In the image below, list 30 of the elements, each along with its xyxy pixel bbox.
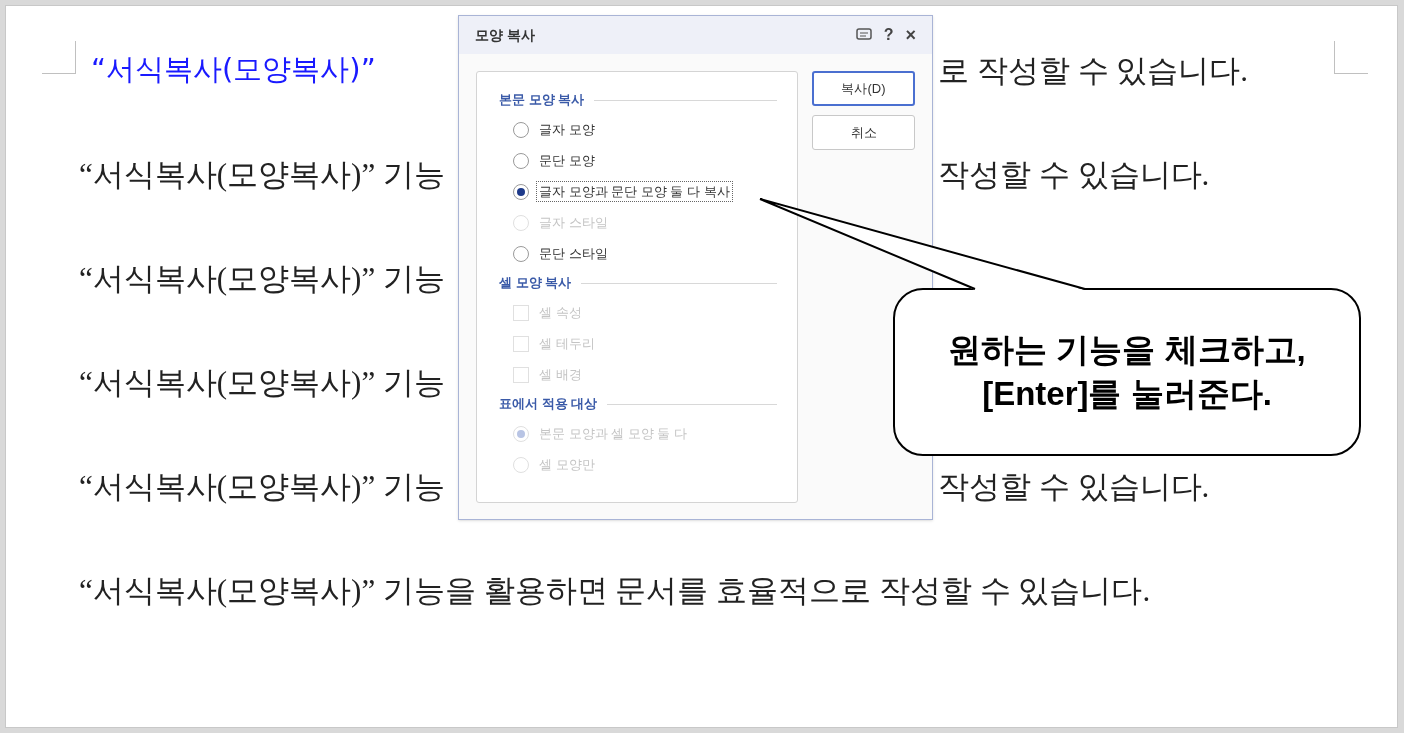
document-text: “서식복사(모양복사)” 기능 — [79, 260, 445, 298]
help-button[interactable]: ? — [883, 23, 894, 47]
radio-button[interactable] — [513, 245, 529, 262]
crop-mark — [1334, 41, 1368, 74]
section-heading: 본문 모양 복사 — [499, 91, 585, 110]
section-heading: 표에서 적용 대상 — [499, 395, 598, 414]
copy-button[interactable]: 복사(D) — [812, 71, 915, 106]
section-heading: 셀 모양 복사 — [499, 274, 572, 293]
document-text: 작성할 수 있습니다. — [938, 156, 1210, 194]
radio-button[interactable] — [513, 183, 529, 200]
callout-text: [Enter]를 눌러준다. — [982, 374, 1272, 414]
document-text: 작성할 수 있습니다. — [938, 468, 1210, 506]
crop-mark — [42, 41, 76, 74]
option-label[interactable]: 글자 모양과 문단 모양 둘 다 복사 — [536, 180, 733, 203]
dialog-title: 모양 복사 — [475, 25, 535, 45]
cancel-button[interactable]: 취소 — [812, 115, 915, 150]
radio-button[interactable] — [513, 121, 529, 138]
option-label[interactable]: 문단 모양 — [536, 149, 598, 172]
callout-text: 원하는 기능을 체크하고, — [948, 330, 1306, 370]
radio-button[interactable] — [513, 152, 529, 169]
option-label[interactable]: 글자 모양 — [536, 118, 598, 141]
document-text: 로 작성할 수 있습니다. — [938, 52, 1248, 90]
document-line: “서식복사(모양복사)” 기능을 활용하면 문서를 효율적으로 작성할 수 있습니다. — [79, 572, 1151, 610]
comment-icon[interactable] — [855, 28, 872, 42]
option-label[interactable]: 문단 스타일 — [536, 242, 611, 265]
document-text: “서식복사(모양복사)” 기능 — [79, 468, 445, 506]
document-text: “서식복사(모양복사)” — [91, 51, 376, 88]
document-text: “서식복사(모양복사)” 기능 — [79, 364, 445, 402]
document-text: “서식복사(모양복사)” 기능 — [79, 156, 445, 194]
close-button[interactable]: × — [905, 21, 916, 49]
